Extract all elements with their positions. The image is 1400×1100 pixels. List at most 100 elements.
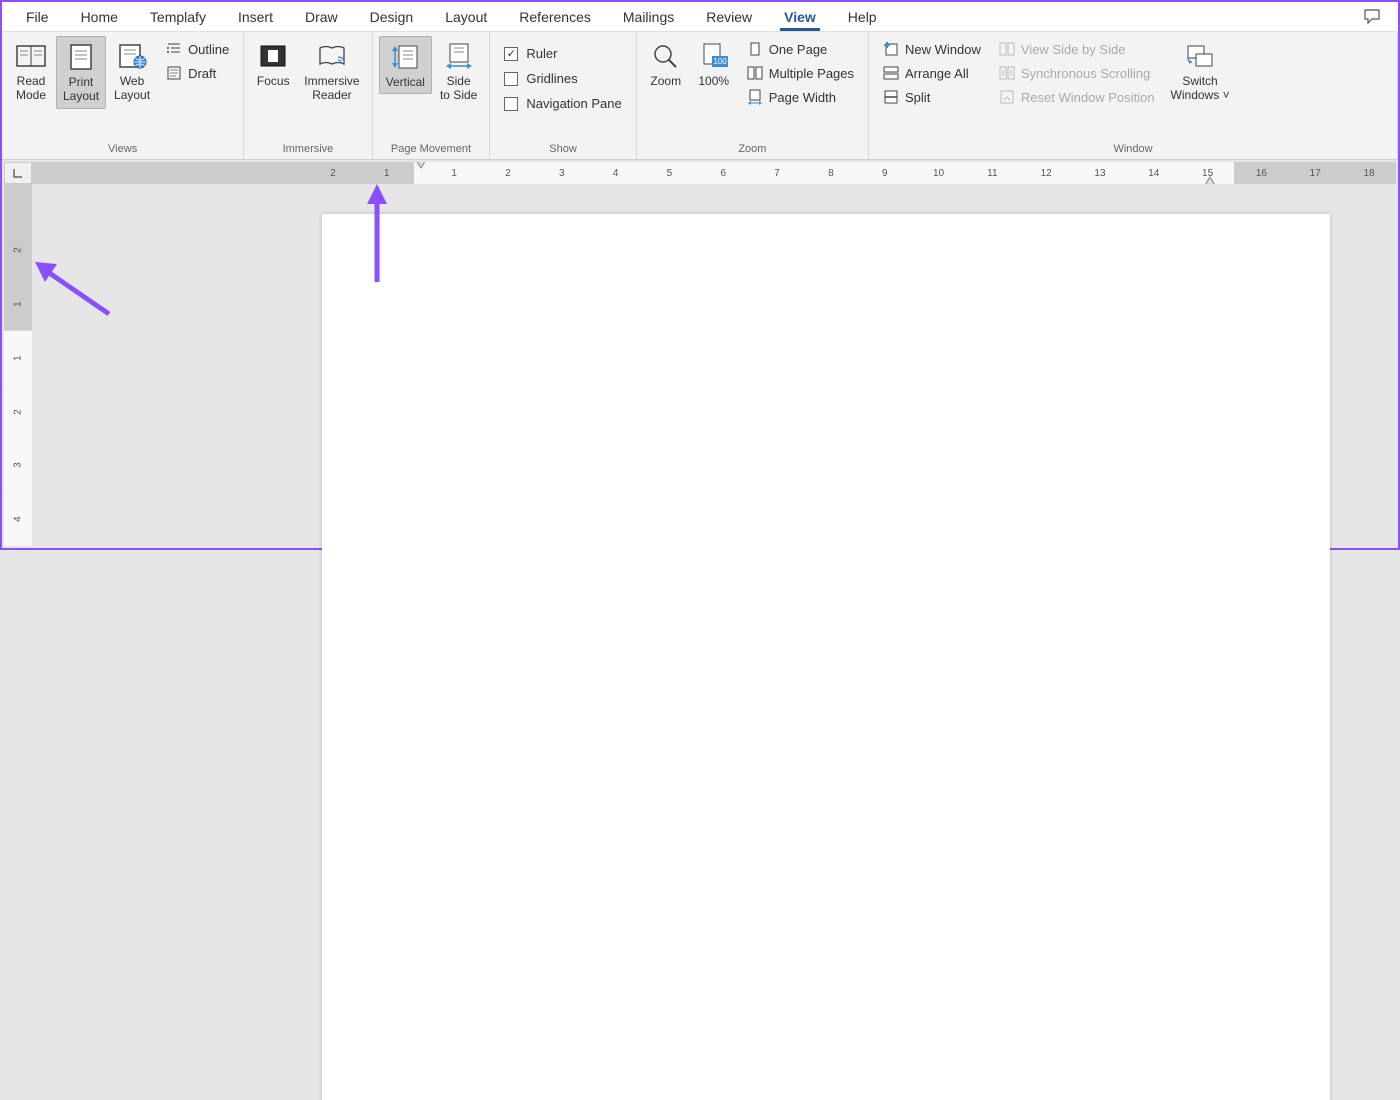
horizontal-ruler[interactable]: 2 1 1 2 3 4 5 6 7 8 9 10 11 12 13 14 15 …: [32, 162, 1396, 184]
gridlines-checkbox[interactable]: Gridlines: [498, 67, 627, 90]
group-window-label: Window: [875, 141, 1391, 157]
checkbox-empty-icon: [504, 97, 518, 111]
print-layout-icon: [65, 41, 97, 73]
document-area: [32, 184, 1396, 546]
reset-window-position-button: Reset Window Position: [993, 86, 1161, 108]
group-page-movement: Vertical Side to Side Page Movement: [373, 32, 491, 159]
reset-position-label: Reset Window Position: [1021, 90, 1155, 105]
checkbox-empty-icon: [504, 72, 518, 86]
outline-button[interactable]: Outline: [160, 38, 235, 60]
focus-icon: [257, 40, 289, 72]
group-page-movement-label: Page Movement: [379, 141, 484, 157]
side-to-side-button[interactable]: Side to Side: [434, 36, 483, 107]
sync-scroll-icon: [999, 65, 1015, 81]
menu-layout[interactable]: Layout: [429, 5, 503, 29]
vertical-button[interactable]: Vertical: [379, 36, 432, 94]
ribbon: Read Mode Print Layout Web Layout: [2, 32, 1398, 160]
page-width-icon: [747, 89, 763, 105]
immersive-reader-button[interactable]: Immersive Reader: [298, 36, 365, 107]
side-by-side-label: View Side by Side: [1021, 42, 1126, 57]
split-icon: [883, 89, 899, 105]
switch-windows-label: Switch Windows ˅: [1171, 74, 1230, 103]
immersive-reader-icon: [316, 40, 348, 72]
arrange-all-button[interactable]: Arrange All: [877, 62, 987, 84]
menu-design[interactable]: Design: [354, 5, 430, 29]
read-mode-label: Read Mode: [16, 74, 46, 103]
menu-templafy[interactable]: Templafy: [134, 5, 222, 29]
arrange-all-icon: [883, 65, 899, 81]
switch-windows-icon: [1184, 40, 1216, 72]
zoom-100-icon: 100: [698, 40, 730, 72]
draft-icon: [166, 65, 182, 81]
multiple-pages-icon: [747, 65, 763, 81]
svg-text:100: 100: [713, 57, 727, 66]
ruler-corner[interactable]: [4, 162, 32, 184]
one-page-label: One Page: [769, 42, 828, 57]
ruler-checkbox[interactable]: ✓ Ruler: [498, 42, 627, 65]
read-mode-button[interactable]: Read Mode: [8, 36, 54, 107]
print-layout-button[interactable]: Print Layout: [56, 36, 106, 109]
menu-references[interactable]: References: [503, 5, 607, 29]
checkbox-checked-icon: ✓: [504, 47, 518, 61]
group-immersive: Focus Immersive Reader Immersive: [244, 32, 372, 159]
chevron-down-icon: ˅: [1223, 88, 1230, 102]
one-page-button[interactable]: One Page: [741, 38, 860, 60]
outline-label: Outline: [188, 42, 229, 57]
group-immersive-label: Immersive: [250, 141, 365, 157]
menu-bar: File Home Templafy Insert Draw Design La…: [2, 2, 1398, 32]
menu-insert[interactable]: Insert: [222, 5, 289, 29]
page-width-button[interactable]: Page Width: [741, 86, 860, 108]
vertical-label: Vertical: [386, 75, 425, 89]
comments-icon[interactable]: [1356, 5, 1390, 29]
menu-file[interactable]: File: [10, 5, 65, 29]
multiple-pages-label: Multiple Pages: [769, 66, 854, 81]
side-to-side-label: Side to Side: [440, 74, 477, 103]
outline-icon: [166, 41, 182, 57]
group-show-label: Show: [496, 141, 629, 157]
zoom-100-label: 100%: [698, 74, 729, 88]
group-views-label: Views: [8, 141, 237, 157]
group-window: New Window Arrange All Split: [869, 32, 1398, 159]
web-layout-icon: [116, 40, 148, 72]
zoom-label: Zoom: [650, 74, 681, 88]
web-layout-button[interactable]: Web Layout: [108, 36, 156, 107]
vertical-ruler[interactable]: 2 1 1 2 3 4: [4, 184, 32, 546]
one-page-icon: [747, 41, 763, 57]
side-by-side-icon: [999, 41, 1015, 57]
vertical-icon: [389, 41, 421, 73]
new-window-icon: [883, 41, 899, 57]
draft-label: Draft: [188, 66, 216, 81]
switch-windows-button[interactable]: Switch Windows ˅: [1165, 36, 1236, 107]
synchronous-scrolling-button: Synchronous Scrolling: [993, 62, 1161, 84]
print-layout-label: Print Layout: [63, 75, 99, 104]
navigation-pane-checkbox[interactable]: Navigation Pane: [498, 92, 627, 115]
draft-button[interactable]: Draft: [160, 62, 235, 84]
document-page[interactable]: [322, 214, 1330, 1100]
focus-button[interactable]: Focus: [250, 36, 296, 92]
ruler-label: Ruler: [526, 46, 557, 61]
page-width-label: Page Width: [769, 90, 836, 105]
new-window-button[interactable]: New Window: [877, 38, 987, 60]
zoom-icon: [650, 40, 682, 72]
group-show: ✓ Ruler Gridlines Navigation Pane Show: [490, 32, 636, 159]
zoom-100-button[interactable]: 100 100%: [691, 36, 737, 92]
new-window-label: New Window: [905, 42, 981, 57]
multiple-pages-button[interactable]: Multiple Pages: [741, 62, 860, 84]
menu-view[interactable]: View: [768, 5, 832, 29]
gridlines-label: Gridlines: [526, 71, 577, 86]
zoom-button[interactable]: Zoom: [643, 36, 689, 92]
arrange-all-label: Arrange All: [905, 66, 969, 81]
menu-home[interactable]: Home: [65, 5, 134, 29]
immersive-reader-label: Immersive Reader: [304, 74, 359, 103]
read-mode-icon: [15, 40, 47, 72]
focus-label: Focus: [257, 74, 290, 88]
side-to-side-icon: [443, 40, 475, 72]
web-layout-label: Web Layout: [114, 74, 150, 103]
navigation-label: Navigation Pane: [526, 96, 621, 111]
menu-help[interactable]: Help: [832, 5, 893, 29]
menu-draw[interactable]: Draw: [289, 5, 354, 29]
menu-mailings[interactable]: Mailings: [607, 5, 690, 29]
menu-review[interactable]: Review: [690, 5, 768, 29]
sync-scroll-label: Synchronous Scrolling: [1021, 66, 1150, 81]
split-button[interactable]: Split: [877, 86, 987, 108]
